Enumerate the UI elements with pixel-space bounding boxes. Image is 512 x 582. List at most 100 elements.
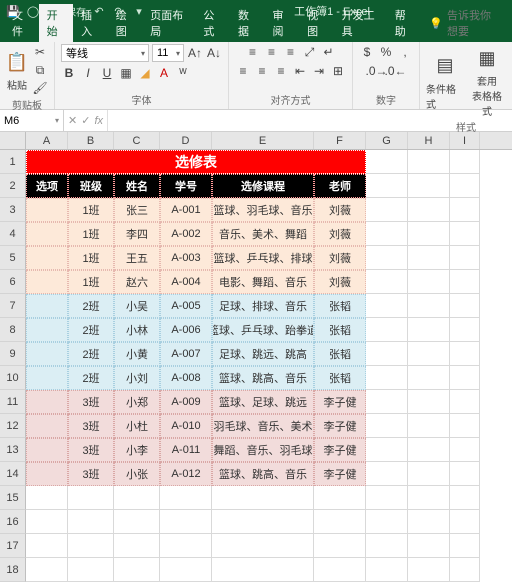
table-header-cell[interactable]: 选项 — [26, 174, 68, 198]
table-cell[interactable] — [26, 390, 68, 414]
table-cell[interactable]: 张三 — [114, 198, 160, 222]
tab-formulas[interactable]: 公式 — [195, 4, 230, 42]
table-cell[interactable]: 小林 — [114, 318, 160, 342]
cell[interactable] — [366, 150, 408, 174]
table-cell[interactable]: 赵六 — [114, 270, 160, 294]
decrease-font-icon[interactable]: A↓ — [206, 45, 222, 61]
cell[interactable] — [408, 270, 450, 294]
tell-me-search[interactable]: 💡 告诉我你想要 — [421, 4, 508, 42]
table-cell[interactable]: 小刘 — [114, 366, 160, 390]
phonetic-button[interactable]: ᵂ — [175, 65, 191, 81]
row-header[interactable]: 17 — [0, 534, 26, 558]
tab-insert[interactable]: 插入 — [73, 4, 108, 42]
cell[interactable] — [450, 534, 480, 558]
copy-icon[interactable]: ⧉ — [32, 62, 48, 78]
cell[interactable] — [366, 558, 408, 582]
col-header[interactable]: H — [408, 132, 450, 149]
col-header[interactable]: D — [160, 132, 212, 149]
row-header[interactable]: 10 — [0, 366, 26, 390]
table-cell[interactable] — [26, 462, 68, 486]
bold-button[interactable]: B — [61, 65, 77, 81]
table-cell[interactable] — [26, 318, 68, 342]
sheet-title-cell[interactable]: 选修表 — [26, 150, 366, 174]
table-cell[interactable]: 小张 — [114, 462, 160, 486]
fill-color-button[interactable]: ◢ — [137, 65, 153, 81]
table-cell[interactable]: 3班 — [68, 462, 114, 486]
cell[interactable] — [408, 414, 450, 438]
cell[interactable] — [366, 246, 408, 270]
tab-view[interactable]: 视图 — [299, 4, 334, 42]
cell[interactable] — [450, 486, 480, 510]
cell[interactable] — [366, 462, 408, 486]
cancel-icon[interactable]: ✕ — [68, 114, 77, 127]
decrease-decimal-icon[interactable]: .0← — [388, 63, 404, 79]
format-table-button[interactable]: ▦ 套用 表格格式 — [468, 44, 506, 118]
cell[interactable] — [450, 390, 480, 414]
cell[interactable] — [160, 558, 212, 582]
cell[interactable] — [450, 438, 480, 462]
cell[interactable] — [450, 198, 480, 222]
table-cell[interactable]: 刘薇 — [314, 198, 366, 222]
cell[interactable] — [68, 486, 114, 510]
table-cell[interactable]: A-012 — [160, 462, 212, 486]
cell[interactable] — [114, 510, 160, 534]
row-header[interactable]: 8 — [0, 318, 26, 342]
table-cell[interactable]: 3班 — [68, 390, 114, 414]
cell[interactable] — [114, 486, 160, 510]
table-cell[interactable]: A-004 — [160, 270, 212, 294]
row-header[interactable]: 9 — [0, 342, 26, 366]
table-cell[interactable]: 张韬 — [314, 366, 366, 390]
cell[interactable] — [450, 342, 480, 366]
table-cell[interactable]: 篮球、乒乓球、跆拳道 — [212, 318, 314, 342]
table-cell[interactable]: 1班 — [68, 198, 114, 222]
align-right-icon[interactable]: ≡ — [273, 63, 289, 79]
cell[interactable] — [366, 198, 408, 222]
table-cell[interactable]: 李子健 — [314, 390, 366, 414]
wrap-text-icon[interactable]: ↵ — [321, 44, 337, 60]
cell[interactable] — [314, 534, 366, 558]
cell[interactable] — [366, 438, 408, 462]
table-cell[interactable]: 1班 — [68, 270, 114, 294]
font-name-select[interactable]: 等线 — [61, 44, 149, 62]
align-middle-icon[interactable]: ≡ — [264, 44, 280, 60]
align-top-icon[interactable]: ≡ — [245, 44, 261, 60]
table-header-cell[interactable]: 选修课程 — [212, 174, 314, 198]
cell[interactable] — [366, 534, 408, 558]
cell[interactable] — [366, 270, 408, 294]
table-cell[interactable]: 足球、排球、音乐 — [212, 294, 314, 318]
cell[interactable] — [408, 366, 450, 390]
table-cell[interactable]: 张韬 — [314, 342, 366, 366]
cell[interactable] — [450, 150, 480, 174]
cell[interactable] — [450, 366, 480, 390]
cell[interactable] — [366, 318, 408, 342]
conditional-format-button[interactable]: ▤ 条件格式 — [426, 52, 464, 111]
table-cell[interactable]: 小黄 — [114, 342, 160, 366]
table-header-cell[interactable]: 学号 — [160, 174, 212, 198]
cell[interactable] — [314, 486, 366, 510]
cell[interactable] — [450, 294, 480, 318]
cell[interactable] — [366, 366, 408, 390]
row-header[interactable]: 11 — [0, 390, 26, 414]
table-cell[interactable] — [26, 438, 68, 462]
table-cell[interactable] — [26, 414, 68, 438]
table-cell[interactable]: 篮球、足球、跳远 — [212, 390, 314, 414]
col-header[interactable]: A — [26, 132, 68, 149]
row-header[interactable]: 3 — [0, 198, 26, 222]
cell[interactable] — [68, 510, 114, 534]
table-cell[interactable]: 电影、舞蹈、音乐 — [212, 270, 314, 294]
table-cell[interactable]: 1班 — [68, 222, 114, 246]
cell[interactable] — [212, 534, 314, 558]
name-box[interactable]: M6 — [0, 110, 64, 131]
table-cell[interactable]: 李子健 — [314, 438, 366, 462]
underline-button[interactable]: U — [99, 65, 115, 81]
cell[interactable] — [114, 558, 160, 582]
paste-button[interactable]: 📋 粘贴 — [6, 48, 28, 92]
row-header[interactable]: 13 — [0, 438, 26, 462]
cell[interactable] — [366, 294, 408, 318]
cell[interactable] — [26, 510, 68, 534]
tab-file[interactable]: 文件 — [4, 4, 39, 42]
table-cell[interactable]: 篮球、乒乓球、排球 — [212, 246, 314, 270]
cell[interactable] — [366, 174, 408, 198]
table-cell[interactable] — [26, 270, 68, 294]
tab-page-layout[interactable]: 页面布局 — [142, 4, 195, 42]
